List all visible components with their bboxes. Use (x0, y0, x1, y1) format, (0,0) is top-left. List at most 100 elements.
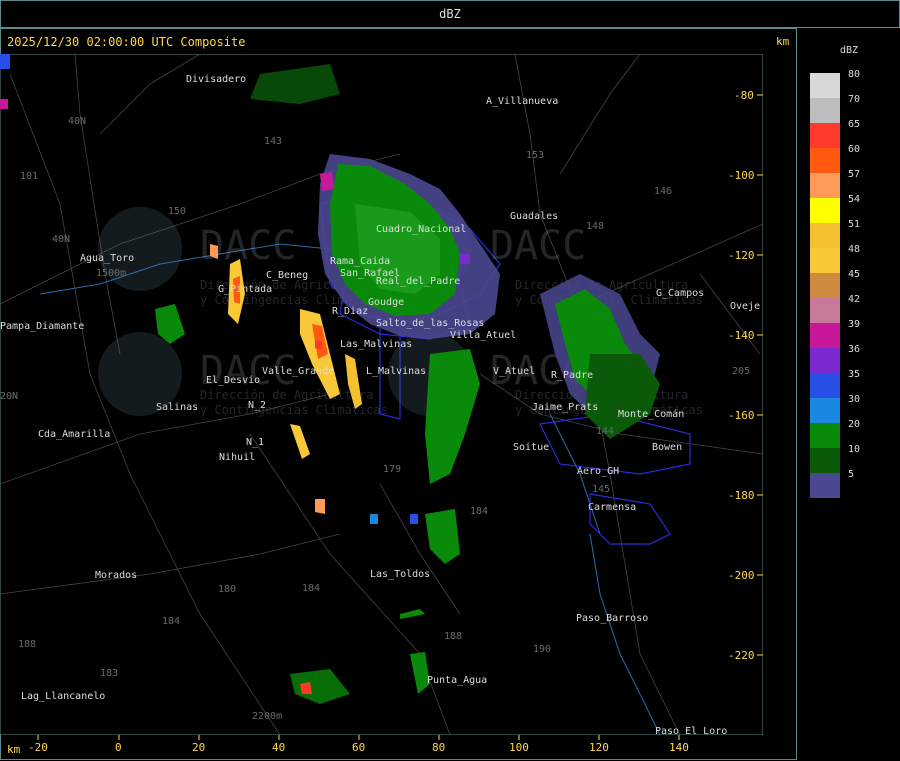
legend-label: 35 (848, 369, 861, 380)
legend-swatch (810, 473, 840, 498)
watermark-line1-b: Dirección de Agricultura (200, 388, 373, 402)
place-label: Goudge (368, 297, 404, 308)
legend-label: 60 (848, 144, 861, 155)
legend-label: 5 (848, 469, 855, 480)
legend-label: 57 (848, 169, 861, 180)
svg-text:143: 143 (264, 136, 282, 147)
legend-swatch (810, 298, 840, 323)
place-label: Cuadro_Nacional (376, 224, 466, 235)
place-label: G_Campos (656, 288, 704, 299)
svg-text:184: 184 (302, 583, 320, 594)
y-tick-label: -80 (734, 89, 754, 102)
radar-map[interactable]: DACC DACC DACC DACC Dirección de Agricul… (0, 54, 763, 735)
place-label: Agua_Toro (80, 253, 134, 264)
legend-swatch (810, 323, 840, 348)
x-tick-label: 140 (669, 741, 689, 754)
place-label: Jaime_Prats (532, 402, 598, 413)
y-tick-label: -120 (728, 249, 755, 262)
place-label: Villa_Atuel (450, 330, 516, 341)
svg-text:144: 144 (596, 426, 614, 437)
legend-swatch (810, 373, 840, 398)
place-label: N_1 (246, 437, 264, 448)
place-label: Guadales (510, 211, 558, 222)
x-tick-label: 120 (589, 741, 609, 754)
svg-text:150: 150 (168, 206, 186, 217)
x-tick-label: 60 (352, 741, 365, 754)
overlay-numbers-extra: 188 (444, 631, 462, 642)
product-title: dBZ (439, 7, 461, 21)
place-label: Pampa_Diamante (0, 321, 84, 332)
svg-text:40N: 40N (68, 116, 86, 127)
legend-label: 80 (848, 69, 861, 80)
place-label: Las_Toldos (370, 569, 430, 580)
place-label: Divisadero (186, 74, 246, 85)
legend-swatch (810, 273, 840, 298)
legend-label: 42 (848, 294, 861, 305)
legend-swatch (810, 423, 840, 448)
svg-text:2200m: 2200m (252, 711, 282, 722)
svg-text:188: 188 (444, 631, 462, 642)
legend-label: 65 (848, 119, 861, 130)
legend-label: 10 (848, 444, 861, 455)
svg-text:205: 205 (732, 366, 750, 377)
place-label: Morados (95, 570, 137, 581)
place-label: Valle_Grande (262, 366, 334, 377)
place-label: Bowen (652, 442, 682, 453)
legend-swatch (810, 348, 840, 373)
place-label: Cda_Amarilla (38, 429, 110, 440)
svg-text:20N: 20N (0, 391, 18, 402)
legend-label: 54 (848, 194, 861, 205)
legend-label: 36 (848, 344, 861, 355)
x-tick-label: 0 (115, 741, 122, 754)
legend-swatch (810, 248, 840, 273)
place-label: R_Diaz (332, 306, 368, 317)
svg-text:1500m: 1500m (96, 268, 126, 279)
place-label: C_Beneg (266, 270, 308, 281)
legend-swatch (810, 398, 840, 423)
svg-text:183: 183 (100, 668, 118, 679)
y-tick-label: -200 (728, 569, 755, 582)
place-label: N_2 (248, 400, 266, 411)
y-tick-label: -140 (728, 329, 755, 342)
x-axis: -20 0 20 40 60 80 100 120 140 (28, 735, 689, 754)
place-label: Carmensa (588, 502, 636, 513)
watermark-brand-3: DACC (490, 223, 586, 269)
place-label: Lag_Llancanelo (21, 691, 105, 702)
legend-swatch (810, 73, 840, 98)
legend-unit: dBZ (840, 45, 859, 56)
y-tick-label: -100 (728, 169, 755, 182)
legend-swatch (810, 198, 840, 223)
svg-text:153: 153 (526, 150, 544, 161)
svg-text:146: 146 (654, 186, 672, 197)
legend-swatch (810, 123, 840, 148)
place-label: Paso_El_Loro (655, 726, 727, 735)
legend-label: 48 (848, 244, 861, 255)
place-label: Paso_Barroso (576, 613, 648, 624)
place-label: El_Desvio (206, 375, 260, 386)
legend-label: 45 (848, 269, 861, 280)
place-label: Ovejе (730, 301, 760, 312)
place-label: R_Padre (551, 370, 593, 381)
place-label: A_Villanueva (486, 96, 558, 107)
svg-text:180: 180 (218, 584, 236, 595)
place-label: L_Malvinas (366, 366, 426, 377)
place-label: Soitue (513, 442, 549, 453)
place-label: Punta_Agua (427, 675, 487, 686)
legend-swatch (810, 98, 840, 123)
place-label: V_Atuel (493, 366, 535, 377)
y-tick-label: -160 (728, 409, 755, 422)
x-tick-label: 20 (192, 741, 205, 754)
x-tick-label: 100 (509, 741, 529, 754)
svg-text:145: 145 (592, 484, 610, 495)
legend-swatch (810, 223, 840, 248)
km-unit-top: km (776, 35, 790, 48)
place-label: Nihuil (219, 452, 255, 463)
svg-text:179: 179 (383, 464, 401, 475)
legend-label: 20 (848, 419, 861, 430)
svg-text:148: 148 (586, 221, 604, 232)
x-tick-label: 80 (432, 741, 445, 754)
title-bar: dBZ (0, 0, 900, 28)
y-tick-label: -220 (728, 649, 755, 662)
legend-swatch (810, 173, 840, 198)
legend-label: 51 (848, 219, 861, 230)
